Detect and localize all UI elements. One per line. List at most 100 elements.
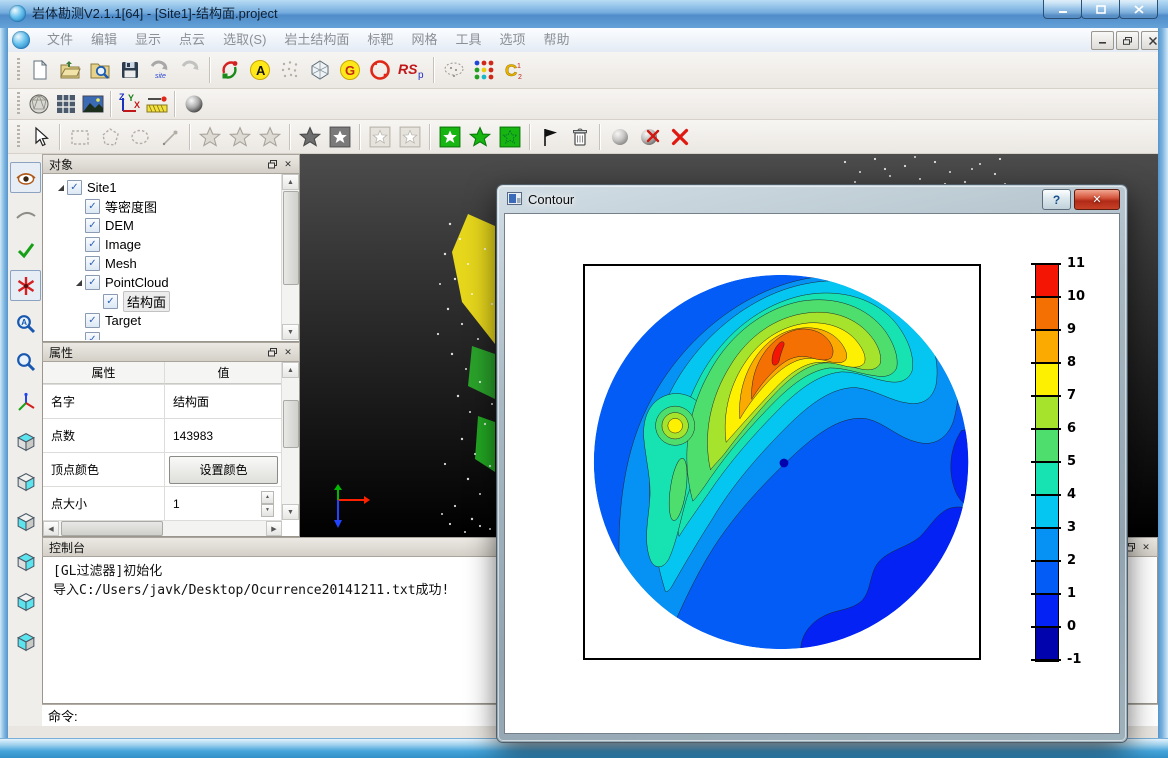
import-site-button[interactable]: site (145, 55, 175, 85)
registration-button[interactable] (215, 55, 245, 85)
tree-item-image[interactable]: ✓Image (45, 235, 281, 254)
checkbox[interactable]: ✓ (85, 199, 100, 214)
scroll-down-icon[interactable]: ▼ (282, 504, 299, 520)
scrollbar-thumb[interactable] (283, 191, 299, 285)
tree-item-density-map[interactable]: ✓等密度图 (45, 197, 281, 216)
panel-float-icon[interactable] (265, 346, 279, 359)
tree-item-mesh[interactable]: ✓Mesh (45, 254, 281, 273)
annotation-button[interactable]: A (245, 55, 275, 85)
tree-item-target[interactable]: ✓Target (45, 311, 281, 330)
open-project-button[interactable] (55, 55, 85, 85)
point-size-value[interactable]: 1 (173, 497, 180, 511)
view-cube-top-right-button[interactable] (10, 546, 41, 577)
minimize-button[interactable] (1043, 0, 1082, 19)
scroll-up-icon[interactable]: ▲ (282, 362, 299, 378)
menu-tools[interactable]: 工具 (446, 28, 490, 52)
classify-colors-button[interactable] (469, 55, 499, 85)
close-button[interactable] (1119, 0, 1158, 19)
square-star-pale-1-button[interactable] (365, 122, 395, 152)
checkbox[interactable]: ✓ (85, 218, 100, 233)
axes-view-button[interactable]: ZYX (116, 91, 143, 117)
validate-check-button[interactable] (10, 234, 41, 265)
panel-close-icon[interactable]: ✕ (1139, 541, 1153, 554)
panel-float-icon[interactable] (265, 158, 279, 171)
square-star-green-button[interactable] (435, 122, 465, 152)
objects-panel-titlebar[interactable]: 对象 ✕ (42, 154, 300, 174)
star-tool-3-button[interactable] (255, 122, 285, 152)
view-cube-top-button[interactable] (10, 426, 41, 457)
delete-all-button[interactable] (665, 122, 695, 152)
select-polygon-button[interactable] (95, 122, 125, 152)
pointcloud-tool-button[interactable] (275, 55, 305, 85)
sphere-delete-button[interactable] (635, 122, 665, 152)
checkbox[interactable]: ✓ (67, 180, 82, 195)
mesh-prism-button[interactable] (305, 55, 335, 85)
globe-view-button[interactable] (25, 91, 52, 117)
square-star-dark-button[interactable] (325, 122, 355, 152)
checkbox[interactable]: ✓ (85, 237, 100, 252)
filter-asterisk-button[interactable] (10, 270, 41, 301)
geology-button[interactable]: G (335, 55, 365, 85)
title-bar[interactable]: 岩体勘测V2.1.1[64] - [Site1]-结构面.project (0, 0, 1168, 28)
view-cube-front-button[interactable] (10, 586, 41, 617)
view-cube-right-button[interactable] (10, 466, 41, 497)
menu-rock-structure[interactable]: 岩土结构面 (275, 28, 358, 52)
star-green-button[interactable] (465, 122, 495, 152)
menu-options[interactable]: 选项 (490, 28, 534, 52)
toolbar-grip[interactable] (17, 92, 20, 116)
occurrence-button[interactable] (365, 55, 395, 85)
menu-edit[interactable]: 编辑 (82, 28, 126, 52)
view-cube-top-left-button[interactable] (10, 626, 41, 657)
command-c-button[interactable]: C12 (499, 55, 529, 85)
star-tool-1-button[interactable] (195, 122, 225, 152)
panel-close-icon[interactable]: ✕ (281, 158, 295, 171)
dialog-close-button[interactable]: ✕ (1074, 189, 1120, 210)
zoom-all-button[interactable]: A (10, 308, 41, 339)
zoom-button[interactable] (10, 346, 41, 377)
tree-item-dem[interactable]: ✓DEM (45, 216, 281, 235)
measure-button[interactable] (143, 91, 170, 117)
select-cursor-button[interactable] (25, 122, 55, 152)
properties-scrollbar[interactable]: ▲ ▼ (281, 362, 299, 520)
select-lasso-button[interactable] (125, 122, 155, 152)
menu-select[interactable]: 选取(S) (214, 28, 275, 52)
checkbox[interactable]: ✓ (103, 294, 118, 309)
scrollbar-thumb[interactable] (61, 521, 163, 536)
dialog-help-button[interactable]: ? (1042, 189, 1071, 210)
stereonet-button[interactable] (439, 55, 469, 85)
tree-item-site1[interactable]: ◢✓Site1 (45, 178, 281, 197)
set-color-button[interactable]: 设置颜色 (169, 456, 278, 484)
properties-hscrollbar[interactable]: ◀ ▶ (43, 521, 282, 536)
toolbar-grip[interactable] (17, 125, 20, 149)
grid-view-button[interactable] (52, 91, 79, 117)
menu-file[interactable]: 文件 (38, 28, 82, 52)
save-button[interactable] (115, 55, 145, 85)
menu-target[interactable]: 标靶 (358, 28, 402, 52)
new-project-button[interactable] (25, 55, 55, 85)
contour-dialog-titlebar[interactable]: Contour (497, 185, 1127, 213)
tree-item-clipped[interactable]: ✓ (45, 330, 281, 340)
tree-item-pointcloud[interactable]: ◢✓PointCloud (45, 273, 281, 292)
section-arc-button[interactable] (10, 198, 41, 229)
property-value[interactable]: 143983 (165, 419, 282, 452)
flag-button[interactable] (535, 122, 565, 152)
star-dark-button[interactable] (295, 122, 325, 152)
objects-tree-scrollbar[interactable]: ▲ ▼ (281, 174, 299, 340)
scroll-left-icon[interactable]: ◀ (43, 521, 59, 536)
mdi-minimize-button[interactable] (1091, 31, 1114, 50)
menu-help[interactable]: 帮助 (534, 28, 578, 52)
open-recent-button[interactable] (85, 55, 115, 85)
star-tool-2-button[interactable] (225, 122, 255, 152)
visibility-eye-button[interactable] (10, 162, 41, 193)
checkbox[interactable]: ✓ (85, 332, 100, 340)
mdi-restore-button[interactable] (1116, 31, 1139, 50)
properties-panel-titlebar[interactable]: 属性 ✕ (42, 342, 300, 362)
checkbox[interactable]: ✓ (85, 313, 100, 328)
image-view-button[interactable] (79, 91, 106, 117)
scroll-up-icon[interactable]: ▲ (282, 174, 299, 190)
pick-point-button[interactable] (155, 122, 185, 152)
checkbox[interactable]: ✓ (85, 275, 100, 290)
import-button[interactable] (175, 55, 205, 85)
delete-selection-button[interactable] (565, 122, 595, 152)
select-rect-button[interactable] (65, 122, 95, 152)
